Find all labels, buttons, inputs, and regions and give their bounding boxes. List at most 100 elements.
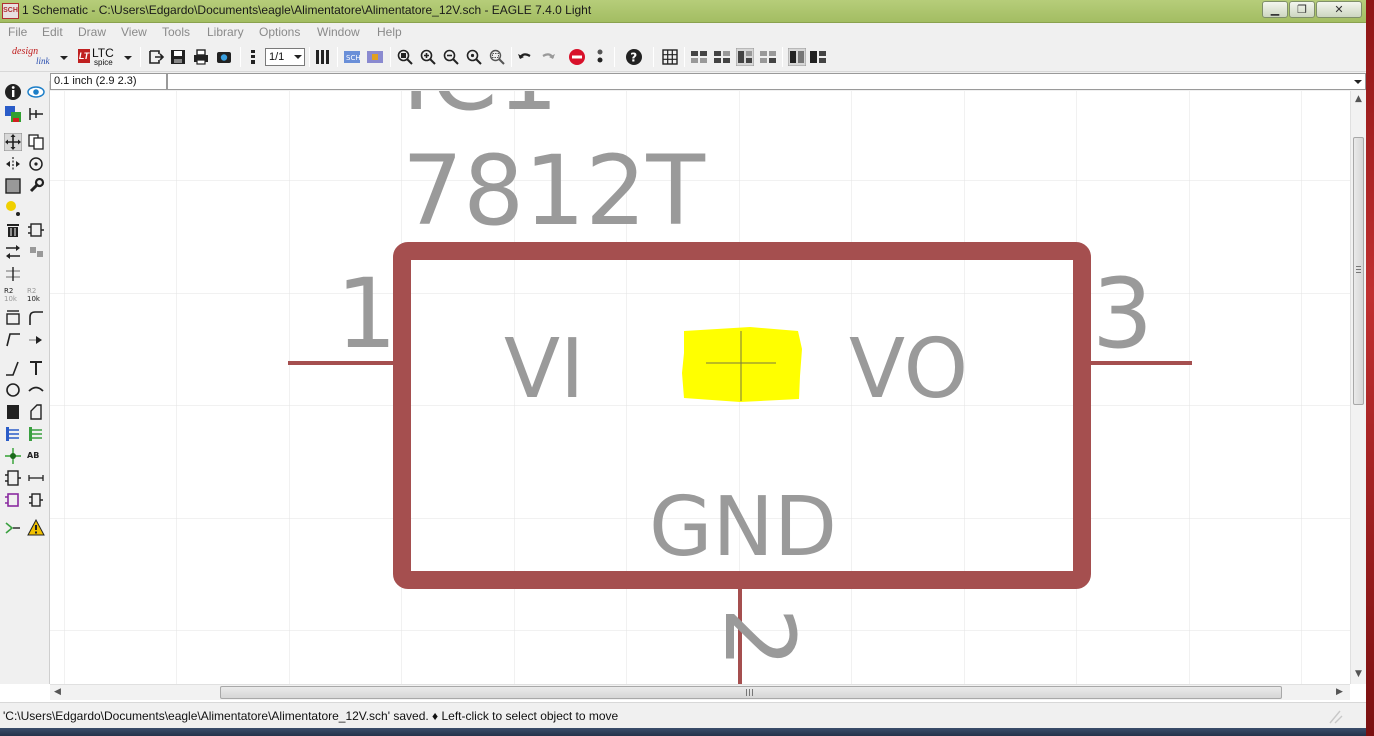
frame-icon[interactable] [4,491,22,509]
add-part-icon[interactable] [27,221,45,239]
part-name-label: IC1 [402,91,558,132]
net-icon[interactable] [27,425,45,443]
text-icon[interactable] [27,359,45,377]
warning-icon[interactable] [27,519,45,537]
invoke-icon[interactable] [27,331,45,349]
maximize-icon: ❐ [1297,3,1307,16]
zoom-select-icon[interactable] [488,48,506,66]
scroll-down-icon[interactable]: ▼ [1355,669,1362,679]
go-icon[interactable] [591,48,609,66]
undo-icon[interactable] [516,48,534,66]
title-bar[interactable]: SCH 1 Schematic - C:\Users\Edgardo\Docum… [0,0,1366,23]
smash-icon[interactable] [4,309,22,327]
pinswap-icon[interactable] [4,243,22,261]
name-tool-button[interactable]: R2 10k [4,287,22,305]
save-icon[interactable] [169,48,187,66]
scroll-right-icon[interactable]: ▶ [1336,687,1343,697]
chevron-down-icon [294,55,302,59]
print-icon[interactable] [192,48,210,66]
zoom-fit-icon[interactable] [396,48,414,66]
paste-icon[interactable] [4,199,22,217]
menu-window[interactable]: Window [317,25,360,39]
panel-grid-icon[interactable] [809,48,827,66]
rectangle-icon[interactable] [4,403,22,421]
board-view-icon[interactable] [366,48,384,66]
bus-icon[interactable] [4,425,22,443]
replace-icon[interactable] [4,265,22,283]
arc-icon[interactable] [27,381,45,399]
delete-icon[interactable] [4,221,22,239]
app-icon: SCH [2,3,19,19]
miter-icon[interactable] [27,309,45,327]
modules-icon[interactable] [27,491,45,509]
ltspice-dropdown-icon[interactable] [124,56,132,60]
redo-icon[interactable] [539,48,557,66]
vertical-scroll-thumb[interactable] [1353,137,1364,405]
scroll-left-icon[interactable]: ◀ [54,687,61,697]
junction-icon[interactable] [4,447,22,465]
show-eye-icon[interactable] [27,83,45,101]
minimize-button[interactable]: ▁ [1262,1,1288,18]
attribute-icon[interactable] [4,469,22,487]
designlink-button[interactable]: design link [6,46,56,68]
redraw-icon[interactable] [465,48,483,66]
chevron-down-icon[interactable] [1354,80,1362,84]
menu-help[interactable]: Help [377,25,402,39]
grid-icon[interactable] [661,48,679,66]
layout-horizontal-icon[interactable] [713,48,731,66]
menu-tools[interactable]: Tools [162,25,190,39]
schematic-drawing[interactable]: IC1 7812T 1 3 2 VI VO GND [50,91,1350,684]
cam-processor-icon[interactable] [215,48,233,66]
menu-options[interactable]: Options [259,25,300,39]
help-icon[interactable]: ? [625,48,643,66]
circle-icon[interactable] [4,381,22,399]
stop-command-icon[interactable] [1326,707,1344,725]
stop-icon[interactable] [568,48,586,66]
dimension-icon[interactable] [27,469,45,487]
panel-left-icon[interactable] [788,48,806,66]
layout-cascade-icon[interactable] [759,48,777,66]
sheets-icon[interactable] [314,48,332,66]
close-button[interactable]: ✕ [1316,1,1362,18]
change-wrench-icon[interactable] [27,177,45,195]
copy-icon[interactable] [27,133,45,151]
designlink-dropdown-icon[interactable] [60,56,68,60]
ltspice-button[interactable]: LT LTC spice [78,47,120,67]
schematic-view-icon[interactable]: SCH [343,48,361,66]
grid-step-icon[interactable] [244,48,262,66]
polygon-icon[interactable] [27,403,45,421]
label-tool-button[interactable]: AB [27,447,45,465]
rotate-icon[interactable] [27,155,45,173]
group-icon[interactable] [4,177,22,195]
menu-draw[interactable]: Draw [78,25,106,39]
zoom-out-icon[interactable] [442,48,460,66]
menu-edit[interactable]: Edit [42,25,63,39]
zoom-in-icon[interactable] [419,48,437,66]
layout-vertical-icon[interactable] [736,48,754,66]
scroll-up-icon[interactable]: ▲ [1355,94,1362,104]
command-input[interactable] [167,73,1366,90]
layout-tile-icon[interactable] [690,48,708,66]
status-bar: 'C:\Users\Edgardo\Documents\eagle\Alimen… [0,702,1366,728]
sheet-select[interactable]: 1/1 [265,48,305,66]
mirror-icon[interactable] [4,155,22,173]
horizontal-scrollbar[interactable]: ◀ ▶ [50,684,1350,700]
value-tool-button[interactable]: R2 10k [27,287,45,305]
schematic-canvas[interactable]: IC1 7812T 1 3 2 VI VO GND [50,91,1350,684]
menu-library[interactable]: Library [207,25,244,39]
maximize-button[interactable]: ❐ [1289,1,1315,18]
os-taskbar [0,728,1366,736]
gateswap-icon[interactable] [27,243,45,261]
display-layers-icon[interactable] [4,105,22,123]
info-icon[interactable] [4,83,22,101]
split-icon[interactable] [4,331,22,349]
wire-icon[interactable] [4,359,22,377]
vertical-scrollbar[interactable]: ▲ ▼ [1350,91,1366,684]
erc-icon[interactable] [4,519,22,537]
horizontal-scroll-thumb[interactable] [220,686,1282,699]
move-icon[interactable] [4,133,22,151]
menu-view[interactable]: View [121,25,147,39]
menu-file[interactable]: File [8,25,27,39]
open-file-icon[interactable] [147,48,165,66]
mark-icon[interactable] [27,105,45,123]
